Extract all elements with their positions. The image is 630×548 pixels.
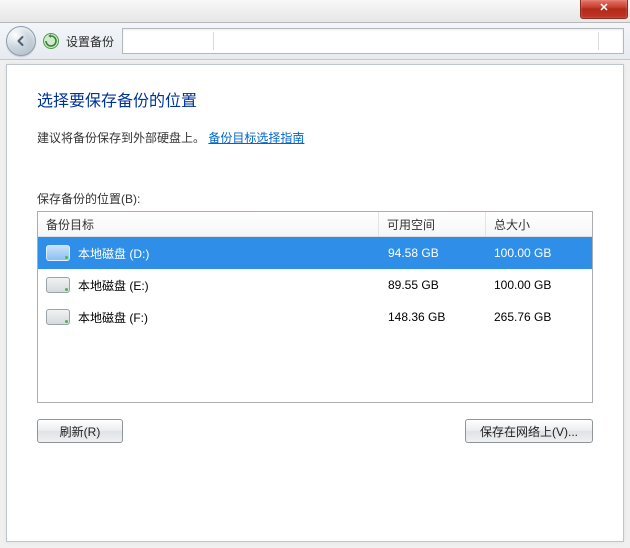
drive-list: 备份目标 可用空间 总大小 本地磁盘 (D:)94.58 GB100.00 GB… bbox=[37, 211, 593, 403]
col-header-total[interactable]: 总大小 bbox=[486, 212, 592, 236]
drive-name: 本地磁盘 (E:) bbox=[78, 277, 149, 294]
content-panel: 选择要保存备份的位置 建议将备份保存到外部硬盘上。 备份目标选择指南 保存备份的… bbox=[6, 64, 624, 542]
drive-name: 本地磁盘 (F:) bbox=[78, 309, 148, 326]
drive-total: 100.00 GB bbox=[486, 278, 592, 292]
drive-free: 89.55 GB bbox=[380, 278, 486, 292]
drive-name: 本地磁盘 (D:) bbox=[78, 245, 149, 262]
list-header: 备份目标 可用空间 总大小 bbox=[38, 212, 592, 237]
navbar-title: 设置备份 bbox=[66, 33, 114, 50]
drive-row[interactable]: 本地磁盘 (E:) 89.55 GB100.00 GB bbox=[38, 269, 592, 301]
drive-total: 265.76 GB bbox=[486, 310, 592, 324]
address-bar[interactable] bbox=[122, 28, 624, 54]
back-button[interactable] bbox=[6, 26, 36, 56]
disk-icon bbox=[46, 309, 70, 325]
backup-icon bbox=[42, 32, 60, 50]
button-row: 刷新(R) 保存在网络上(V)... bbox=[37, 419, 593, 443]
col-header-free[interactable]: 可用空间 bbox=[379, 212, 486, 236]
list-label: 保存备份的位置(B): bbox=[37, 190, 593, 207]
drive-row[interactable]: 本地磁盘 (F:) 148.36 GB265.76 GB bbox=[38, 301, 592, 333]
drive-total: 100.00 GB bbox=[486, 246, 592, 260]
disk-icon bbox=[46, 277, 70, 293]
drive-free: 94.58 GB bbox=[380, 246, 486, 260]
close-button[interactable]: ✕ bbox=[580, 0, 628, 19]
refresh-button[interactable]: 刷新(R) bbox=[37, 419, 123, 443]
drive-row[interactable]: 本地磁盘 (D:) 94.58 GB100.00 GB bbox=[38, 237, 592, 269]
navbar: 设置备份 bbox=[0, 23, 630, 60]
page-title: 选择要保存备份的位置 bbox=[37, 87, 593, 111]
advice-link[interactable]: 备份目标选择指南 bbox=[208, 131, 304, 145]
arrow-left-icon bbox=[14, 34, 28, 48]
drive-free: 148.36 GB bbox=[380, 310, 486, 324]
window-root: ✕ 设置备份 选择要保存备份的位置 建议将备份保存到外部硬盘上。 备份目标选择指… bbox=[0, 0, 630, 548]
titlebar: ✕ bbox=[0, 0, 630, 23]
advice-static: 建议将备份保存到外部硬盘上。 bbox=[37, 131, 205, 145]
save-network-button[interactable]: 保存在网络上(V)... bbox=[465, 419, 593, 443]
col-header-target[interactable]: 备份目标 bbox=[38, 212, 379, 236]
disk-icon bbox=[46, 245, 70, 261]
list-body: 本地磁盘 (D:)94.58 GB100.00 GB本地磁盘 (E:)89.55… bbox=[38, 237, 592, 402]
advice-text: 建议将备份保存到外部硬盘上。 备份目标选择指南 bbox=[37, 129, 593, 146]
